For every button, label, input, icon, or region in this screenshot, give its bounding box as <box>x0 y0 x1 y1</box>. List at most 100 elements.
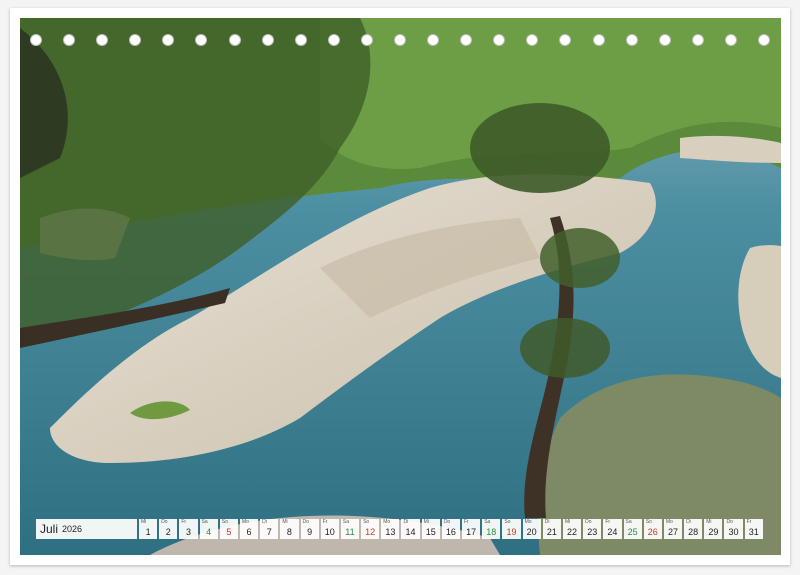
weekday-label: Fr <box>464 519 469 525</box>
day-cell: Fr 3 <box>179 519 198 539</box>
weekday-label: Mi <box>706 519 712 525</box>
binding-hole <box>559 34 572 46</box>
binding-hole <box>129 34 142 46</box>
day-cell: Di 28 <box>684 519 703 539</box>
weekday-label: Mi <box>423 519 429 525</box>
weekday-label: Fr <box>746 519 752 525</box>
weekday-label: Do <box>726 519 733 525</box>
day-cell: Do 16 <box>441 519 460 539</box>
day-number: 11 <box>345 527 355 537</box>
day-number: 6 <box>246 527 252 537</box>
day-cell: Do 23 <box>583 519 602 539</box>
binding-hole <box>758 34 770 46</box>
binding-hole <box>195 34 208 46</box>
weekday-label: Sa <box>342 519 349 525</box>
day-number: 13 <box>385 527 396 537</box>
day-cell: Do 2 <box>159 519 178 539</box>
day-cell: Mi 29 <box>704 519 723 539</box>
weekday-label: Mo <box>665 519 673 525</box>
weekday-label: Fr <box>181 519 187 525</box>
binding-hole <box>162 34 175 46</box>
weekday-label: So <box>363 519 370 525</box>
binding-hole <box>691 34 704 46</box>
day-cell: Mi 22 <box>562 519 582 539</box>
weekday-label: Di <box>686 519 691 525</box>
day-cell: Sa 11 <box>340 519 360 539</box>
weekday-label: Sa <box>625 519 632 525</box>
day-number: 12 <box>365 527 376 537</box>
month-name: Juli <box>40 522 59 536</box>
day-cell: Sa 18 <box>482 519 501 539</box>
day-cell: Fr 10 <box>320 519 339 539</box>
binding-hole <box>625 34 638 46</box>
binding-hole <box>427 34 440 46</box>
binding-hole <box>228 34 241 46</box>
day-cell: Di 21 <box>542 519 561 539</box>
day-cell: Fr 31 <box>744 519 763 539</box>
day-cell: Mi 1 <box>139 519 158 539</box>
binding-hole <box>30 34 42 46</box>
day-number: 14 <box>405 527 416 537</box>
day-cell: Di 7 <box>260 519 279 539</box>
day-number: 29 <box>708 527 719 537</box>
day-number: 4 <box>206 527 212 537</box>
day-cell: Mi 8 <box>280 519 299 539</box>
day-cell: Fr 17 <box>462 519 481 539</box>
day-cell: Mo 20 <box>522 519 541 539</box>
weekday-label: Di <box>544 519 550 525</box>
day-cell: So 26 <box>643 519 662 539</box>
weekday-label: So <box>221 519 228 525</box>
landscape-photo <box>20 18 781 555</box>
weekday-label: Di <box>403 519 409 525</box>
day-number: 8 <box>286 527 292 537</box>
day-number: 10 <box>324 527 335 537</box>
weekday-label: So <box>504 519 511 525</box>
day-number: 23 <box>587 527 598 537</box>
day-cell: Fr 24 <box>603 519 622 539</box>
day-number: 28 <box>688 527 699 537</box>
weekday-label: Fr <box>322 519 328 525</box>
binding-hole <box>493 34 506 46</box>
binding-hole <box>63 34 76 46</box>
weekday-label: Mi <box>141 519 147 525</box>
day-number: 9 <box>307 527 313 537</box>
binding-hole <box>724 34 737 46</box>
day-number: 5 <box>226 527 232 537</box>
day-number: 19 <box>506 527 517 537</box>
day-cell: So 5 <box>219 519 238 539</box>
day-number: 16 <box>445 527 456 537</box>
weekday-label: Do <box>443 519 451 525</box>
binding-hole <box>327 34 340 46</box>
day-cell: Do 9 <box>300 519 319 539</box>
binding-hole <box>394 34 406 46</box>
day-cell: Di 14 <box>401 519 420 539</box>
day-cell: Sa 25 <box>623 519 642 539</box>
weekday-label: Mi <box>564 519 571 525</box>
binding-hole <box>96 34 109 46</box>
binding-hole <box>592 34 605 46</box>
day-number: 20 <box>526 527 537 537</box>
day-cell: So 19 <box>502 519 521 539</box>
day-number: 3 <box>185 527 191 537</box>
binding-hole <box>360 34 373 46</box>
day-number: 18 <box>486 527 497 537</box>
day-number: 1 <box>145 527 151 537</box>
weekday-label: Mo <box>383 519 391 525</box>
weekday-label: Do <box>585 519 592 525</box>
binding-hole <box>294 34 307 46</box>
day-number: 17 <box>466 527 477 537</box>
day-cell: Do 30 <box>724 519 743 539</box>
year-label: 2026 <box>62 524 83 534</box>
weekday-label: Do <box>161 519 168 525</box>
day-number: 21 <box>546 527 557 537</box>
day-number: 27 <box>667 527 678 537</box>
weekday-label: Mo <box>524 519 532 525</box>
day-number: 15 <box>425 527 436 537</box>
river-gorge-illustration <box>20 18 781 555</box>
weekday-label: Fr <box>605 519 611 525</box>
weekday-label: So <box>645 519 652 525</box>
day-cell: So 12 <box>361 519 380 539</box>
day-number: 25 <box>627 527 638 537</box>
middle-tree-crown <box>470 103 610 193</box>
day-number: 31 <box>748 527 759 537</box>
